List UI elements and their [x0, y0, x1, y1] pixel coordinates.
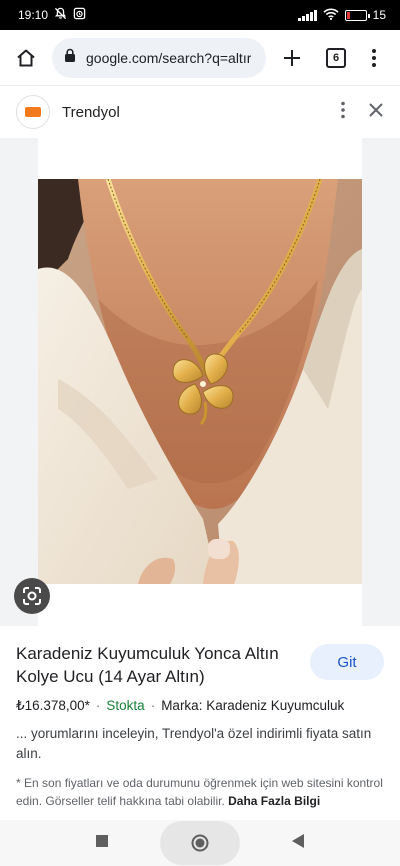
home-nav-button[interactable]: [159, 821, 240, 865]
back-button[interactable]: [291, 833, 305, 854]
sheet-menu-button[interactable]: [340, 101, 346, 124]
address-bar[interactable]: google.com/search?q=altır: [52, 37, 266, 78]
lock-icon: [64, 48, 76, 68]
product-meta: ₺16.378,00* · Stokta · Marka: Karadeniz Kuyu…: [16, 698, 345, 713]
disclaimer: * En son fiyatları ve oda durumunu öğren…: [16, 774, 384, 810]
browser-toolbar: google.com/search?q=altır 6: [0, 30, 400, 86]
home-button[interactable]: [10, 42, 42, 74]
product-title[interactable]: Karadeniz Kuyumculuk Yonca Altın Kolye U…: [16, 642, 286, 688]
more-vert-icon: [341, 101, 345, 118]
tab-switcher-button[interactable]: 6: [320, 42, 352, 74]
close-button[interactable]: [368, 102, 384, 123]
home-icon: [17, 49, 35, 66]
home-circle-icon: [191, 834, 209, 852]
google-lens-button[interactable]: [14, 578, 50, 614]
go-to-site-button[interactable]: Git: [310, 644, 384, 680]
new-tab-button[interactable]: [276, 42, 308, 74]
more-vert-icon: [372, 48, 376, 67]
back-icon: [291, 833, 304, 848]
status-bar: 19:10 15: [0, 0, 400, 30]
system-nav-bar: [0, 820, 400, 866]
tabs-icon: 6: [326, 47, 346, 68]
product-description: ... yorumlarını inceleyin, Trendyol'a öz…: [16, 726, 372, 761]
product-info: Karadeniz Kuyumculuk Yonca Altın Kolye U…: [0, 626, 400, 820]
wifi-icon: [323, 8, 339, 23]
close-icon: [369, 102, 383, 117]
url-text: google.com/search?q=altır: [86, 49, 252, 66]
more-info-link[interactable]: Daha Fazla Bilgi: [228, 794, 320, 808]
stock-status: Stokta: [106, 698, 145, 713]
signal-icon: [297, 9, 317, 21]
battery-icon: [344, 9, 370, 21]
site-favicon: [16, 95, 50, 129]
status-time: 19:10: [18, 8, 49, 22]
result-sheet-header: Trendyol: [0, 86, 400, 138]
battery-percent: 15: [372, 8, 386, 22]
browser-menu-button[interactable]: [358, 42, 390, 74]
product-price: ₺16.378,00*: [16, 698, 90, 713]
recents-icon: [96, 834, 109, 847]
image-preview-area: [0, 138, 400, 626]
alarm-icon: [73, 7, 86, 23]
site-name[interactable]: Trendyol: [62, 104, 120, 121]
product-image[interactable]: [38, 179, 362, 584]
disclaimer-text: * En son fiyatları ve oda durumunu öğren…: [16, 776, 383, 808]
plus-icon: [284, 49, 300, 66]
lens-icon: [23, 587, 41, 605]
product-brand: Marka: Karadeniz Kuyumculuk: [161, 698, 345, 713]
mute-icon: [54, 7, 67, 23]
recents-button[interactable]: [95, 834, 109, 853]
